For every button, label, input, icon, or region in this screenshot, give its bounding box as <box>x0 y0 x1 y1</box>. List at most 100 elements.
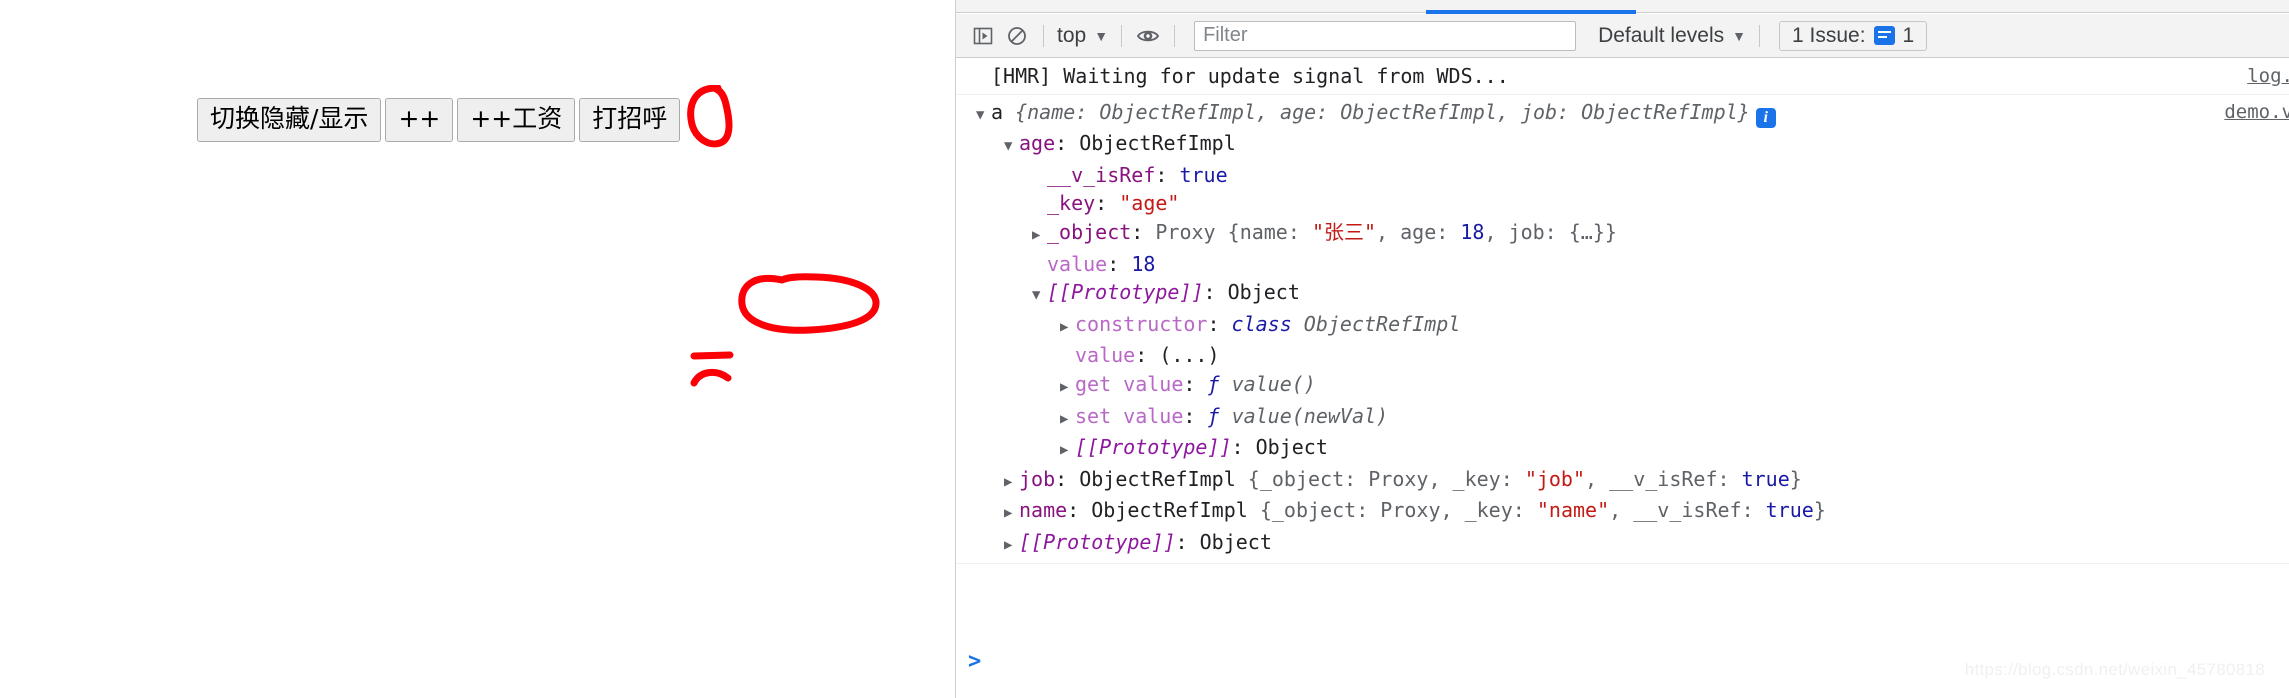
console-row: set value: ƒ value(newVal) <box>976 402 2289 434</box>
console-token: : <box>1203 280 1228 305</box>
source-link[interactable]: log. <box>2247 62 2289 91</box>
console-token: job <box>1019 466 1056 491</box>
increment-salary-button[interactable]: ++工资 <box>457 98 576 142</box>
console-token: } <box>1813 498 1826 523</box>
issues-label: 1 Issue: <box>1791 23 1866 47</box>
console-token: _key <box>1452 466 1501 491</box>
disclosure-triangle-closed-icon[interactable] <box>1004 499 1019 528</box>
console-token: Object <box>1255 435 1328 460</box>
console-row: _object: Proxy {name: "张三", age: 18, job… <box>976 218 2289 250</box>
console-token: , <box>1484 219 1509 244</box>
console-token: value <box>1075 343 1136 368</box>
console-row: __v_isRef: true <box>976 161 2289 190</box>
console-message-object[interactable]: a { name: ObjectRefImpl, age: ObjectRefIm… <box>956 95 2289 564</box>
console-token: age <box>1280 99 1317 124</box>
console-token: value <box>1047 251 1108 276</box>
console-row: value: 18 <box>976 250 2289 279</box>
console-token: , <box>1440 498 1465 523</box>
clear-console-icon[interactable] <box>1000 19 1034 53</box>
console-token: ObjectRefImpl} <box>1581 99 1750 124</box>
disclosure-triangle-open-icon[interactable] <box>1004 132 1019 161</box>
disclosure-triangle-closed-icon[interactable] <box>1060 436 1075 465</box>
console-token: [[Prototype]] <box>1075 435 1232 460</box>
console-token: _object <box>1271 498 1357 523</box>
disclosure-triangle-closed-icon[interactable] <box>1060 313 1075 342</box>
console-token: _key <box>1047 191 1096 216</box>
console-token: _object <box>1259 466 1345 491</box>
disclosure-triangle-closed-icon[interactable] <box>1004 468 1019 497</box>
execution-context-label: top <box>1057 23 1087 47</box>
console-token: value() <box>1231 371 1316 396</box>
console-token: 18 <box>1131 251 1156 276</box>
console-row: [[Prototype]]: Object <box>976 278 2289 310</box>
chevron-down-icon: ▼ <box>1732 27 1746 44</box>
console-token: ObjectRefImpl <box>1303 311 1461 336</box>
console-token: , <box>1428 466 1453 491</box>
console-token: [HMR] Waiting for update signal from WDS… <box>991 64 1509 88</box>
console-token: true <box>1179 162 1228 187</box>
console-token: : <box>1741 498 1766 523</box>
disclosure-triangle-closed-icon[interactable] <box>1060 373 1075 402</box>
log-levels-label: Default levels <box>1598 23 1725 47</box>
console-message-list[interactable]: [HMR] Waiting for update signal from WDS… <box>956 59 2289 639</box>
console-row: job: ObjectRefImpl {_object: Proxy, _key… <box>976 465 2289 497</box>
console-token: name <box>1027 99 1076 124</box>
console-token: : <box>1356 498 1381 523</box>
console-token: _object <box>1047 219 1132 244</box>
logged-variable-name: a <box>991 99 1016 124</box>
console-token: job <box>1508 219 1545 244</box>
console-token: class <box>1231 311 1304 336</box>
disclosure-triangle-closed-icon[interactable] <box>1060 405 1075 434</box>
console-token: ObjectRefImpl <box>1079 131 1236 156</box>
console-token: ObjectRefImpl <box>1340 99 1497 124</box>
console-row: get value: ƒ value() <box>976 370 2289 402</box>
console-token: get value <box>1075 371 1184 396</box>
log-levels-selector[interactable]: Default levels ▼ <box>1594 24 1750 48</box>
execution-context-selector[interactable]: top ▼ <box>1053 24 1112 48</box>
watermark: https://blog.csdn.net/weixin_45780818 <box>1964 660 2265 679</box>
console-token: { <box>1227 219 1240 244</box>
console-token: Proxy <box>1368 466 1429 491</box>
console-token: 18 <box>1460 219 1485 244</box>
console-row: [[Prototype]]: Object <box>976 433 2289 465</box>
console-token: : <box>1544 219 1569 244</box>
disclosure-triangle-closed-icon[interactable] <box>1032 221 1047 250</box>
console-token: : <box>1131 219 1156 244</box>
info-badge-icon[interactable]: i <box>1755 107 1776 128</box>
issues-count: 1 <box>1902 23 1915 47</box>
disclosure-triangle-open-icon[interactable] <box>976 101 991 130</box>
live-expression-eye-icon[interactable] <box>1131 19 1165 53</box>
devtools-tabstrip <box>956 0 2289 14</box>
toolbar-divider-3 <box>1174 24 1176 47</box>
issues-button[interactable]: 1 Issue: 1 <box>1778 20 1928 51</box>
devtools-panel: top ▼ Default levels ▼ 1 Issue: 1 [HMR] … <box>955 0 2289 698</box>
console-token: : <box>1107 251 1132 276</box>
console-token: ObjectRefImpl <box>1091 498 1260 523</box>
console-token: true <box>1741 466 1790 491</box>
console-token: {…}} <box>1568 219 1617 244</box>
source-link[interactable]: demo.v <box>2224 98 2289 127</box>
console-token: [[Prototype]] <box>1019 529 1176 554</box>
console-row: value: (...) <box>976 341 2289 370</box>
console-token: ObjectRefImpl <box>1079 466 1248 491</box>
console-token: ObjectRefImpl <box>1099 99 1256 124</box>
console-message-hmr[interactable]: [HMR] Waiting for update signal from WDS… <box>956 59 2289 95</box>
console-token: Object <box>1227 280 1300 305</box>
disclosure-triangle-open-icon[interactable] <box>1032 281 1047 310</box>
console-token: , <box>1496 99 1521 124</box>
disclosure-triangle-closed-icon[interactable] <box>1004 531 1019 560</box>
console-token: _key <box>1464 498 1513 523</box>
console-token: constructor <box>1075 311 1208 336</box>
console-token: : <box>1287 219 1312 244</box>
console-token: (...) <box>1159 343 1220 368</box>
increment-button[interactable]: ++ <box>385 98 454 142</box>
console-token: : <box>1175 529 1200 554</box>
console-token: : <box>1512 498 1537 523</box>
console-token: : <box>1055 466 1080 491</box>
greet-button[interactable]: 打招呼 <box>579 98 681 142</box>
filter-input[interactable] <box>1194 20 1577 51</box>
console-token: value(newVal) <box>1231 403 1389 428</box>
console-sidebar-icon[interactable] <box>966 19 1000 53</box>
console-token: Proxy <box>1155 219 1228 244</box>
toggle-visibility-button[interactable]: 切换隐藏/显示 <box>197 98 382 142</box>
